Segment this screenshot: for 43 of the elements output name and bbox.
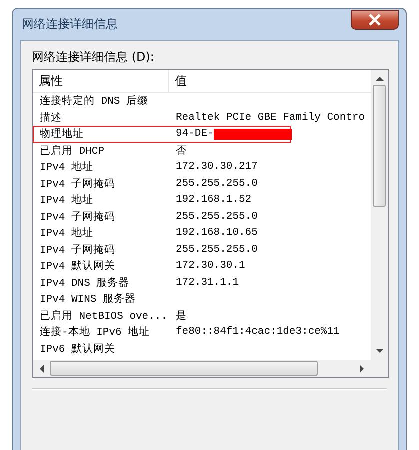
scroll-right-icon xyxy=(360,364,365,372)
property-cell[interactable]: IPv4 地址 xyxy=(34,226,170,240)
value-cell-text: 否 xyxy=(176,144,187,158)
scroll-up-icon xyxy=(376,76,384,81)
property-cell[interactable]: 描述 xyxy=(34,110,170,125)
scroll-left-icon xyxy=(39,364,44,372)
horizontal-scrollbar[interactable] xyxy=(33,360,388,377)
property-cell[interactable]: 连接特定的 DNS 后缀 xyxy=(34,94,170,108)
property-cell[interactable]: IPv4 DNS 服务器 xyxy=(34,276,170,290)
value-cell: 255.255.255.0 xyxy=(176,178,258,190)
property-cell[interactable]: IPv4 地址 xyxy=(34,193,170,208)
vertical-scrollbar[interactable] xyxy=(371,70,388,360)
property-cell[interactable]: 已启用 NetBIOS ove... xyxy=(34,308,170,323)
value-cell: 255.255.255.0 xyxy=(176,210,258,223)
property-cell[interactable]: 物理地址 xyxy=(34,127,170,142)
property-cell[interactable]: IPv4 子网掩码 xyxy=(34,176,170,191)
property-cell[interactable]: 连接-本地 IPv6 地址 xyxy=(34,325,170,340)
scroll-thumb[interactable] xyxy=(373,85,386,207)
list-label: 网络连接详细信息 (D): xyxy=(32,49,156,66)
scroll-thumb[interactable] xyxy=(50,361,318,376)
property-cell[interactable]: IPv4 默认网关 xyxy=(34,259,170,274)
property-cell[interactable]: IPv4 子网掩码 xyxy=(34,210,170,224)
property-cell[interactable]: IPv4 WINS 服务器 xyxy=(34,292,170,306)
value-cell: Realtek PCIe GBE Family Contro xyxy=(176,112,366,124)
value-cell: 172.30.30.217 xyxy=(176,161,258,174)
close-icon xyxy=(368,14,382,26)
property-cell[interactable]: IPv6 默认网关 xyxy=(34,342,170,356)
scroll-down-icon xyxy=(376,349,384,354)
value-cell: 192.168.10.65 xyxy=(176,227,258,240)
value-cell: 255.255.255.0 xyxy=(176,244,258,256)
value-cell: 172.31.1.1 xyxy=(176,276,240,289)
window-title: 网络连接详细信息 xyxy=(21,16,118,33)
property-cell[interactable]: IPv4 子网掩码 xyxy=(34,242,170,257)
value-cell: fe80::84f1:4cac:1de3:ce%11 xyxy=(176,326,340,338)
value-cell: 94-DE- xyxy=(176,128,214,140)
value-cell-text: 是 xyxy=(176,310,187,323)
column-header[interactable]: 属性 xyxy=(33,70,169,92)
property-cell[interactable]: 已启用 DHCP xyxy=(34,144,170,158)
value-cell: 172.30.30.1 xyxy=(176,260,246,272)
property-cell[interactable]: IPv4 地址 xyxy=(34,160,170,174)
close-button[interactable] xyxy=(351,10,399,30)
column-header[interactable]: 值 xyxy=(169,70,371,92)
value-cell: 192.168.1.52 xyxy=(176,194,252,206)
